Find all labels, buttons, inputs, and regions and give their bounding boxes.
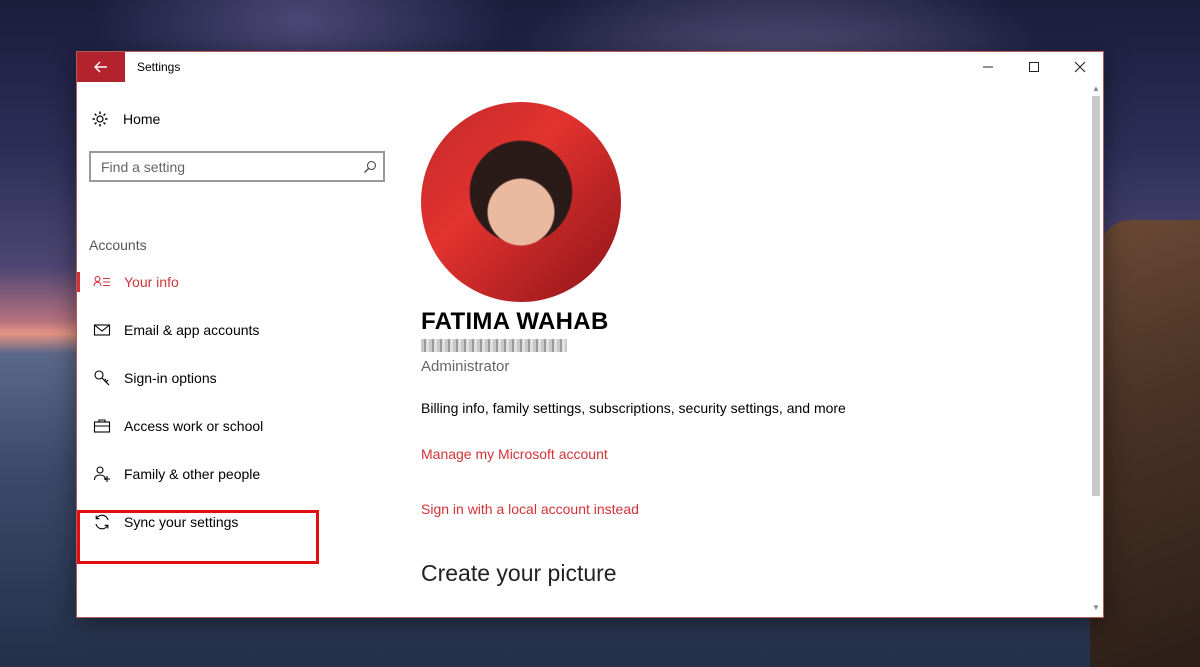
home-nav-item[interactable]: Home [91,110,160,128]
sidebar-item-label: Access work or school [124,418,264,434]
sidebar-item-access-work-or-school[interactable]: Access work or school [77,408,397,444]
desktop-rocks [1090,220,1200,667]
briefcase-icon [92,418,112,434]
key-icon [92,369,112,387]
minimize-button[interactable] [965,52,1011,82]
home-label: Home [123,111,161,127]
search-input[interactable] [91,157,357,176]
user-name: FATIMA WAHAB [421,308,609,335]
scroll-thumb[interactable] [1092,96,1100,496]
add-person-icon [92,465,112,483]
user-role: Administrator [421,358,510,375]
sidebar-item-label: Email & app accounts [124,322,260,338]
sidebar-item-sync-your-settings[interactable]: Sync your settings [77,504,397,540]
search-icon[interactable] [357,160,383,174]
contact-card-icon [92,275,112,289]
sidebar-item-label: Family & other people [124,466,261,482]
caption-buttons [965,52,1103,82]
scroll-down-icon[interactable]: ▼ [1089,603,1103,615]
maximize-icon [1029,62,1039,72]
sidebar-item-family-other-people[interactable]: Family & other people [77,456,397,492]
manage-microsoft-account-link[interactable]: Manage my Microsoft account [421,446,608,462]
mail-icon [92,323,112,337]
main-content: FATIMA WAHAB Administrator Billing info,… [421,82,1083,617]
create-picture-heading: Create your picture [421,560,617,586]
sidebar-item-label: Your info [124,274,179,290]
vertical-scrollbar[interactable]: ▲ ▼ [1089,82,1103,617]
section-label-accounts: Accounts [89,237,147,253]
maximize-button[interactable] [1011,52,1057,82]
close-icon [1074,61,1086,73]
user-email-redacted [421,339,567,352]
title-bar: Settings [77,52,1103,82]
scroll-up-icon[interactable]: ▲ [1089,84,1103,96]
settings-window: Settings Home Accoun [76,51,1104,618]
sidebar-item-email-app-accounts[interactable]: Email & app accounts [77,312,397,348]
local-account-link[interactable]: Sign in with a local account instead [421,501,639,517]
sidebar-item-label: Sign-in options [124,370,217,386]
sidebar-item-label: Sync your settings [124,514,239,530]
minimize-icon [983,66,993,68]
gear-icon [92,111,108,127]
billing-description: Billing info, family settings, subscript… [421,400,846,416]
sidebar: Home Accounts Your info Email & app acco… [77,82,397,617]
close-button[interactable] [1057,52,1103,82]
search-box[interactable] [89,151,385,182]
back-arrow-icon [94,61,107,73]
window-title: Settings [137,60,181,74]
back-button[interactable] [77,52,125,82]
sidebar-item-your-info[interactable]: Your info [77,264,397,300]
sync-icon [92,513,112,531]
sidebar-item-sign-in-options[interactable]: Sign-in options [77,360,397,396]
profile-picture[interactable] [421,102,621,302]
